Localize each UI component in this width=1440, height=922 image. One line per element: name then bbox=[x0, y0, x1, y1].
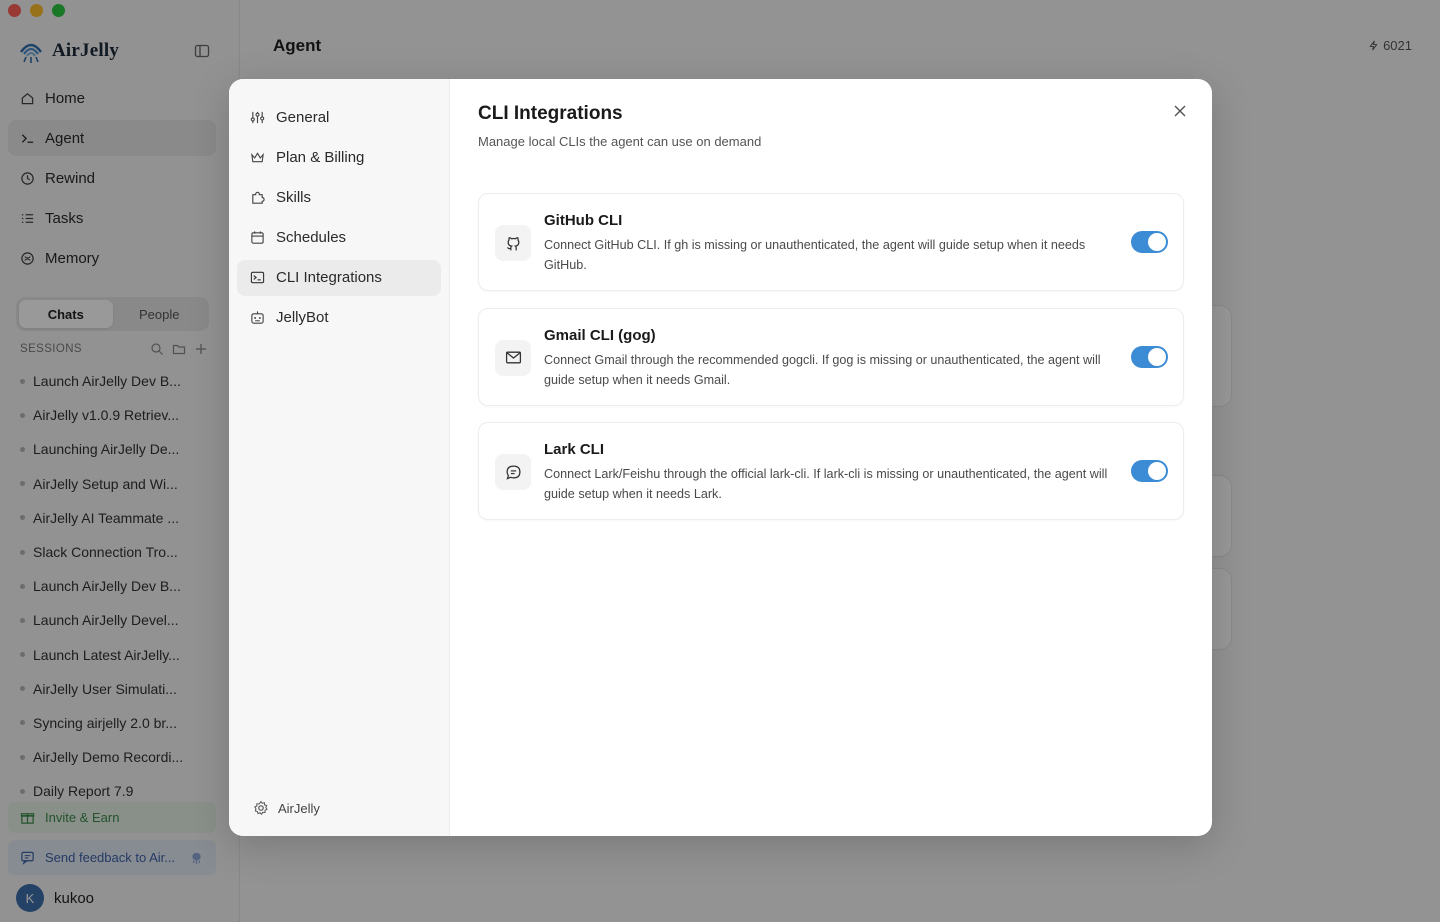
settings-nav-plan-billing[interactable]: Plan & Billing bbox=[237, 139, 441, 175]
calendar-icon bbox=[251, 231, 264, 244]
crown-icon bbox=[251, 151, 264, 162]
puzzle-icon bbox=[252, 191, 265, 204]
bot-icon bbox=[251, 311, 264, 325]
settings-modal: General Plan & Billing Skills Schedules … bbox=[229, 79, 1212, 836]
integration-description: Connect Lark/Feishu through the official… bbox=[544, 467, 1108, 501]
settings-content: CLI Integrations Manage local CLIs the a… bbox=[450, 79, 1212, 836]
settings-nav-label: General bbox=[276, 108, 330, 126]
integration-icon-box bbox=[495, 454, 531, 490]
gmail-cli-toggle[interactable] bbox=[1131, 345, 1168, 368]
settings-nav-jellybot[interactable]: JellyBot bbox=[237, 300, 441, 336]
section-title: CLI Integrations bbox=[478, 103, 623, 124]
lark-cli-toggle[interactable] bbox=[1131, 460, 1168, 482]
settings-footer-airjelly[interactable]: AirJelly bbox=[253, 800, 320, 816]
settings-nav-label: JellyBot bbox=[276, 309, 329, 327]
integration-description: Connect Gmail through the recommended go… bbox=[544, 352, 1101, 387]
settings-footer-label: AirJelly bbox=[278, 800, 320, 816]
settings-nav-skills[interactable]: Skills bbox=[237, 179, 441, 215]
integration-card-gmail: Gmail CLI (gog) Connect Gmail through th… bbox=[478, 307, 1184, 406]
github-cli-toggle[interactable] bbox=[1131, 231, 1168, 253]
settings-nav-schedules[interactable]: Schedules bbox=[237, 220, 441, 256]
integration-card-github: GitHub CLI Connect GitHub CLI. If gh is … bbox=[478, 193, 1184, 291]
settings-nav-cli-integrations[interactable]: CLI Integrations bbox=[237, 259, 441, 296]
settings-nav-label: CLI Integrations bbox=[276, 269, 382, 287]
integration-icon-box bbox=[495, 225, 531, 261]
integration-list: GitHub CLI Connect GitHub CLI. If gh is … bbox=[478, 193, 1184, 537]
integration-icon-box bbox=[495, 339, 531, 376]
settings-nav: General Plan & Billing Skills Schedules … bbox=[237, 99, 441, 340]
settings-nav-label: Plan & Billing bbox=[276, 148, 365, 166]
integration-card-lark: Lark CLI Connect Lark/Feishu through the… bbox=[478, 422, 1184, 520]
section-subtitle: Manage local CLIs the agent can use on d… bbox=[478, 134, 762, 149]
chat-bubble-icon bbox=[505, 464, 521, 480]
github-icon bbox=[506, 236, 519, 250]
integration-description: Connect GitHub CLI. If gh is missing or … bbox=[544, 238, 1086, 272]
integration-name: GitHub CLI bbox=[544, 212, 623, 229]
terminal-box-icon bbox=[250, 272, 265, 284]
integration-name: Lark CLI bbox=[544, 441, 605, 458]
integration-name: Gmail CLI (gog) bbox=[544, 326, 656, 344]
settings-nav-label: Skills bbox=[276, 188, 312, 206]
settings-nav-label: Schedules bbox=[276, 229, 347, 247]
settings-sidebar: General Plan & Billing Skills Schedules … bbox=[229, 79, 450, 836]
settings-nav-general[interactable]: General bbox=[237, 99, 441, 135]
close-icon[interactable] bbox=[1172, 103, 1188, 119]
mail-icon bbox=[505, 351, 521, 364]
sliders-icon bbox=[250, 111, 265, 123]
gear-icon bbox=[254, 800, 268, 815]
